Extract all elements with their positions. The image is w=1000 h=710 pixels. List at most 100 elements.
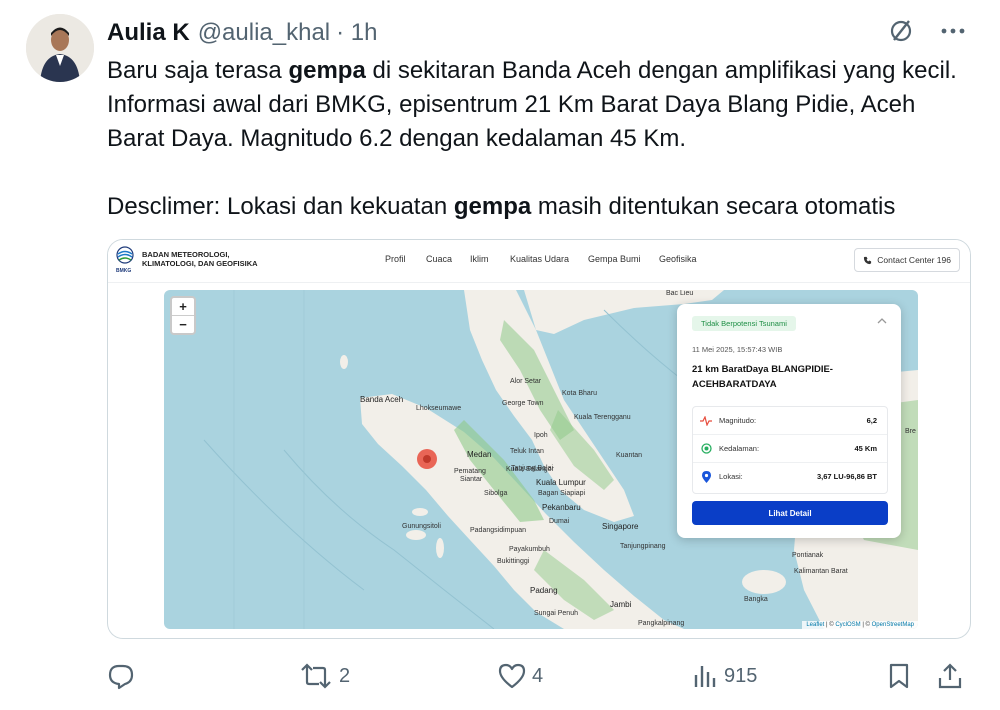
text-span: Baru saja terasa: [107, 57, 289, 84]
stat-value: 6,2: [866, 416, 877, 425]
stat-location: Lokasi: 3,67 LU-96,86 BT: [693, 463, 887, 490]
quake-location-title: 21 km BaratDaya BLANGPIDIE-ACEHBARATDAYA: [692, 364, 833, 390]
text-span: Desclimer: Lokasi dan kekuatan: [107, 193, 454, 220]
map-label: Kuala Lumpur: [536, 478, 586, 487]
text-span: masih ditentukan secara otomatis: [531, 193, 896, 220]
tweet-top-actions: [884, 14, 970, 48]
reply-icon: [108, 664, 134, 690]
map-label: Bukittinggi: [497, 558, 530, 565]
target-icon: [693, 443, 719, 454]
agency-line: BADAN METEOROLOGI,: [142, 250, 230, 259]
osm-link[interactable]: OpenStreetMap: [872, 622, 914, 628]
like-count: 4: [532, 664, 544, 687]
map-label: Kota Bharu: [562, 390, 598, 397]
retweet-button[interactable]: 2: [299, 659, 350, 693]
views-button[interactable]: 915: [692, 659, 757, 693]
views-icon: [694, 666, 716, 687]
nav-item-cuaca[interactable]: Cuaca: [426, 254, 470, 264]
map-label: Bagan Siapiapi: [538, 490, 586, 497]
nav-item-profil[interactable]: Profil: [385, 254, 426, 264]
map-label: Sibolga: [484, 490, 508, 497]
zoom-out-button[interactable]: −: [172, 316, 194, 333]
like-button[interactable]: 4: [498, 659, 543, 693]
bmkg-navbar: BMKG BADAN METEOROLOGI, KLIMATOLOGI, DAN…: [108, 240, 970, 283]
map-label: Banda Aceh: [360, 395, 404, 404]
share-button[interactable]: [937, 659, 963, 693]
map-label: Alor Setar: [510, 378, 542, 385]
agency-line: KLIMATOLOGI, DAN GEOFISIKA: [142, 259, 258, 268]
view-detail-button[interactable]: Lihat Detail: [692, 501, 888, 525]
author-name[interactable]: Aulia K: [107, 19, 190, 47]
map-label: Payakumbuh: [509, 546, 550, 553]
grok-icon[interactable]: [884, 14, 918, 48]
map-label: George Town: [502, 400, 544, 407]
nav-item-geofisika[interactable]: Geofisika: [659, 254, 697, 264]
tweet-paragraph-2: Desclimer: Lokasi dan kekuatan gempa mas…: [107, 190, 977, 224]
bookmark-button[interactable]: [887, 659, 911, 693]
like-icon: [498, 663, 526, 689]
chevron-up-icon[interactable]: [877, 316, 887, 327]
hashtag-bold: gempa: [288, 57, 366, 84]
more-icon[interactable]: [936, 14, 970, 48]
map-label: Lhokseumawe: [416, 405, 462, 412]
stat-label: Magnitudo:: [719, 416, 757, 425]
stat-label: Lokasi:: [719, 472, 743, 481]
media-card[interactable]: BMKG BADAN METEOROLOGI, KLIMATOLOGI, DAN…: [107, 239, 971, 639]
avatar-image: [26, 14, 94, 82]
tsunami-status-badge: Tidak Berpotensi Tsunami: [692, 316, 796, 331]
bmkg-logo-label: BMKG: [116, 268, 132, 274]
map-label: Padangsidimpuan: [470, 527, 527, 534]
map-label: Bac Lieu: [666, 290, 694, 297]
map-label: Teluk Intan: [510, 448, 544, 455]
quake-datetime: 11 Mei 2025, 15:57:43 WIB: [692, 345, 783, 354]
contact-label: Contact Center 196: [877, 255, 951, 265]
map-label: Pontianak: [792, 552, 824, 559]
hashtag-bold: gempa: [453, 193, 532, 220]
epicenter-marker[interactable]: [416, 448, 438, 470]
map-label: Pekanbaru: [542, 503, 581, 512]
author-handle[interactable]: @aulia_khal: [198, 19, 330, 47]
tweet-paragraph-1: Baru saja terasa gempa di sekitaran Band…: [107, 54, 977, 156]
contact-center-button[interactable]: Contact Center 196: [854, 248, 960, 272]
map-label: Ipoh: [534, 432, 548, 439]
stat-magnitude: Magnitudo: 6,2: [693, 407, 887, 435]
nav-item-iklim[interactable]: Iklim: [470, 254, 510, 264]
tweet-action-bar: 2 4 915: [107, 659, 969, 693]
reply-button[interactable]: [107, 659, 141, 693]
bookmark-icon: [889, 663, 909, 689]
map-label: Padang: [530, 586, 558, 595]
map-label: Pangkalpinang: [638, 620, 685, 627]
phone-icon: [864, 256, 872, 264]
map-label: Bre: [905, 428, 916, 435]
retweet-count: 2: [339, 664, 351, 687]
cyclosm-link[interactable]: CyclOSM: [835, 622, 860, 628]
map-label: Bangka: [744, 596, 768, 603]
map-attribution: Leaflet | © CyclOSM | © OpenStreetMap: [802, 621, 918, 629]
map-label: Kuala Selangor: [506, 466, 554, 473]
views-count: 915: [724, 664, 758, 687]
share-icon: [938, 663, 962, 689]
bmkg-nav-menu: Profil Cuaca Iklim Kualitas Udara Gempa …: [385, 254, 697, 264]
map-label: Kuala Terengganu: [574, 414, 631, 421]
map-label: Pematang: [454, 468, 486, 475]
pin-icon: [693, 470, 719, 483]
map-label: Siantar: [460, 476, 483, 483]
nav-item-kualitas-udara[interactable]: Kualitas Udara: [510, 254, 588, 264]
stat-value: 45 Km: [854, 444, 877, 453]
map-label: Sungai Penuh: [534, 610, 578, 617]
stat-value: 3,67 LU-96,86 BT: [816, 472, 877, 481]
nav-item-gempa-bumi[interactable]: Gempa Bumi: [588, 254, 659, 264]
tweet-text: Baru saja terasa gempa di sekitaran Band…: [107, 54, 977, 224]
avatar[interactable]: [26, 14, 94, 82]
map-label: Gunungsitoli: [402, 523, 441, 530]
map-label: Tanjungpinang: [620, 543, 666, 550]
zoom-in-button[interactable]: +: [172, 298, 194, 316]
pulse-icon: [693, 415, 719, 426]
quake-stats: Magnitudo: 6,2 Kedalaman: 45 Km Lokasi: …: [692, 406, 888, 494]
tweet-time[interactable]: · 1h: [336, 19, 377, 47]
leaflet-link[interactable]: Leaflet: [806, 622, 824, 628]
retweet-icon: [301, 663, 331, 689]
map-label: Jambi: [610, 600, 632, 609]
map-label: Dumai: [549, 518, 570, 525]
stat-depth: Kedalaman: 45 Km: [693, 435, 887, 463]
